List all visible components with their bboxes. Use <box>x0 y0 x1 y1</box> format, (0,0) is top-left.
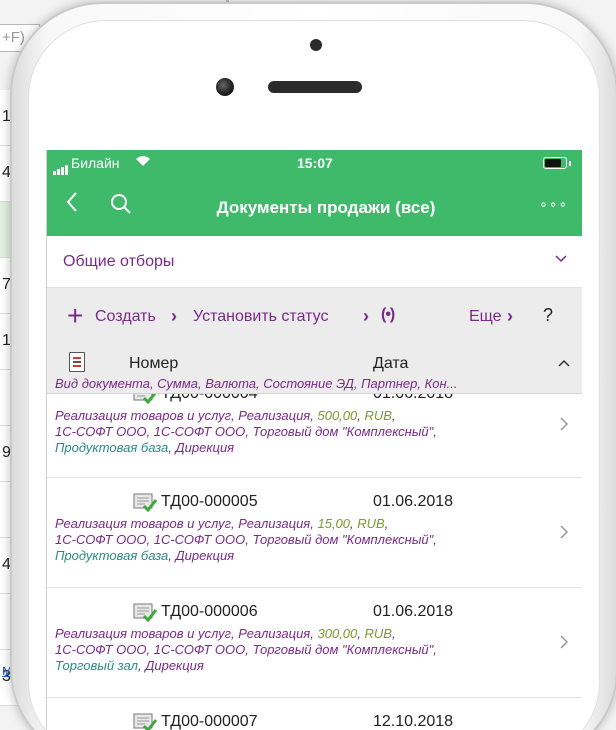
document-date: 12.10.2018 <box>373 713 454 730</box>
chevron-right-icon[interactable] <box>559 524 569 540</box>
filters-label[interactable]: Общие отборы <box>63 253 174 271</box>
document-number: ТД00-000006 <box>161 603 258 620</box>
set-status-button[interactable]: Установить статус <box>193 308 328 326</box>
column-date[interactable]: Дата <box>373 355 408 373</box>
document-details-line: Продуктовая база, Дирекция <box>55 440 547 456</box>
list-item[interactable]: ТД00-000006 01.06.2018 Реализация товаров … <box>47 588 582 698</box>
document-details-line: Продуктовая база, Дирекция <box>55 548 547 564</box>
nav-bar: Документы продажи (все) ∘∘∘ <box>47 176 582 236</box>
document-details-line: 1С-СОФТ ООО, 1С-СОФТ ООО, Торговый дом "… <box>55 642 547 658</box>
document-posted-icon <box>133 602 158 623</box>
document-details-line: Торговый зал, Дирекция <box>55 658 547 674</box>
detail-segment: Продуктовая база <box>55 548 169 563</box>
clock: 15:07 <box>297 155 333 171</box>
detail-segment: RUB <box>364 408 392 423</box>
detail-segment: , <box>391 626 396 641</box>
documents-list: ТД00-000004 01.06.2018 Реализация товаров … <box>47 394 582 730</box>
document-type-icon <box>69 352 85 372</box>
document-details-line: Реализация товаров и услуг, Реализация, … <box>55 408 547 424</box>
detail-segment: 1С-СОФТ ООО, 1С-СОФТ ООО, Торговый дом "… <box>55 642 437 657</box>
front-camera <box>216 78 234 96</box>
column-subtitle: Вид документа, Сумма, Валюта, Состояние … <box>55 376 458 391</box>
detail-segment: Дирекция <box>175 548 235 563</box>
chevron-down-icon[interactable] <box>553 250 569 266</box>
battery-tip <box>569 161 571 166</box>
document-date: 01.06.2018 <box>373 603 454 620</box>
document-date: 01.06.2018 <box>373 394 453 403</box>
plus-icon[interactable]: + <box>67 302 83 330</box>
chevron-right-icon[interactable] <box>559 634 569 650</box>
camera-dot <box>310 39 322 51</box>
document-number: ТД00-000004 <box>161 394 258 403</box>
wifi-icon <box>135 154 151 170</box>
command-panel: + Создать › Установить статус › (•) Еще … <box>47 288 582 394</box>
document-details-line: 1С-СОФТ ООО, 1С-СОФТ ООО, Торговый дом "… <box>55 532 547 548</box>
detail-segment: , <box>384 516 389 531</box>
chevron-right-icon[interactable]: › <box>363 306 369 327</box>
document-details: Реализация товаров и услуг, Реализация, … <box>55 626 547 674</box>
column-header: Номер Дата Вид документа, Сумма, Валюта,… <box>47 346 582 394</box>
chevron-right-icon[interactable] <box>559 416 569 432</box>
detail-segment: Продуктовая база <box>55 440 169 455</box>
list-item[interactable]: ТД00-000004 01.06.2018 Реализация товаров … <box>47 394 582 478</box>
detail-segment: 1С-СОФТ ООО, 1С-СОФТ ООО, Торговый дом "… <box>55 532 437 547</box>
detail-segment: Торговый зал <box>55 658 138 673</box>
document-posted-icon <box>133 394 157 405</box>
detail-segment: 15,00 <box>317 516 351 531</box>
filters-bar[interactable]: Общие отборы <box>47 236 582 288</box>
detail-segment: Дирекция <box>145 658 204 673</box>
carrier-name: Билайн <box>71 155 120 171</box>
document-details: Реализация товаров и услуг, Реализация, … <box>55 408 547 456</box>
toolbar: + Создать › Установить статус › (•) Еще … <box>47 288 582 346</box>
detail-segment: 1С-СОФТ ООО, 1С-СОФТ ООО, Торговый дом "… <box>55 424 437 439</box>
column-number[interactable]: Номер <box>129 355 178 373</box>
create-button[interactable]: Создать <box>95 308 156 326</box>
status-bar: Билайн 15:07 <box>47 150 582 176</box>
battery-icon <box>543 157 567 169</box>
list-item[interactable]: ТД00-000007 12.10.2018 <box>47 698 582 730</box>
detail-segment: Реализация товаров и услуг, Реализация, <box>55 626 318 641</box>
document-details-line: 1С-СОФТ ООО, 1С-СОФТ ООО, Торговый дом "… <box>55 424 547 440</box>
signal-icon <box>53 159 69 175</box>
detail-segment: RUB <box>364 626 392 641</box>
page-title: Документы продажи (все) <box>216 198 436 217</box>
broadcast-icon[interactable]: (•) <box>381 306 395 324</box>
document-number: ТД00-000007 <box>161 713 258 730</box>
more-icon[interactable]: ∘∘∘ <box>539 196 568 213</box>
more-button[interactable]: Еще <box>469 308 502 326</box>
detail-segment: 300,00 <box>317 626 358 641</box>
document-number: ТД00-000005 <box>161 493 258 510</box>
document-details-line: Реализация товаров и услуг, Реализация, … <box>55 516 547 532</box>
detail-segment: Реализация товаров и услуг, Реализация, <box>55 516 318 531</box>
document-posted-icon <box>133 492 158 513</box>
chevron-right-icon[interactable]: › <box>507 306 513 327</box>
detail-segment: , <box>168 440 176 455</box>
detail-segment: , <box>391 408 396 423</box>
list-item[interactable]: ТД00-000005 01.06.2018 Реализация товаров … <box>47 478 582 588</box>
document-posted-icon <box>133 712 158 730</box>
earpiece-speaker <box>268 81 362 93</box>
help-button[interactable]: ? <box>543 305 553 326</box>
document-details-line: Реализация товаров и услуг, Реализация, … <box>55 626 547 642</box>
document-date: 01.06.2018 <box>373 493 454 510</box>
chevron-right-icon[interactable]: › <box>171 306 177 327</box>
app-screen: Билайн 15:07 Документы продажи (все) ∘∘∘… <box>46 150 582 730</box>
document-details: Реализация товаров и услуг, Реализация, … <box>55 516 547 564</box>
chevron-up-icon[interactable] <box>557 356 571 370</box>
detail-segment: 500,00 <box>317 408 358 423</box>
detail-segment: RUB <box>357 516 385 531</box>
detail-segment: Дирекция <box>175 440 235 455</box>
detail-segment: , <box>168 548 176 563</box>
detail-segment: Реализация товаров и услуг, Реализация, <box>55 408 318 423</box>
